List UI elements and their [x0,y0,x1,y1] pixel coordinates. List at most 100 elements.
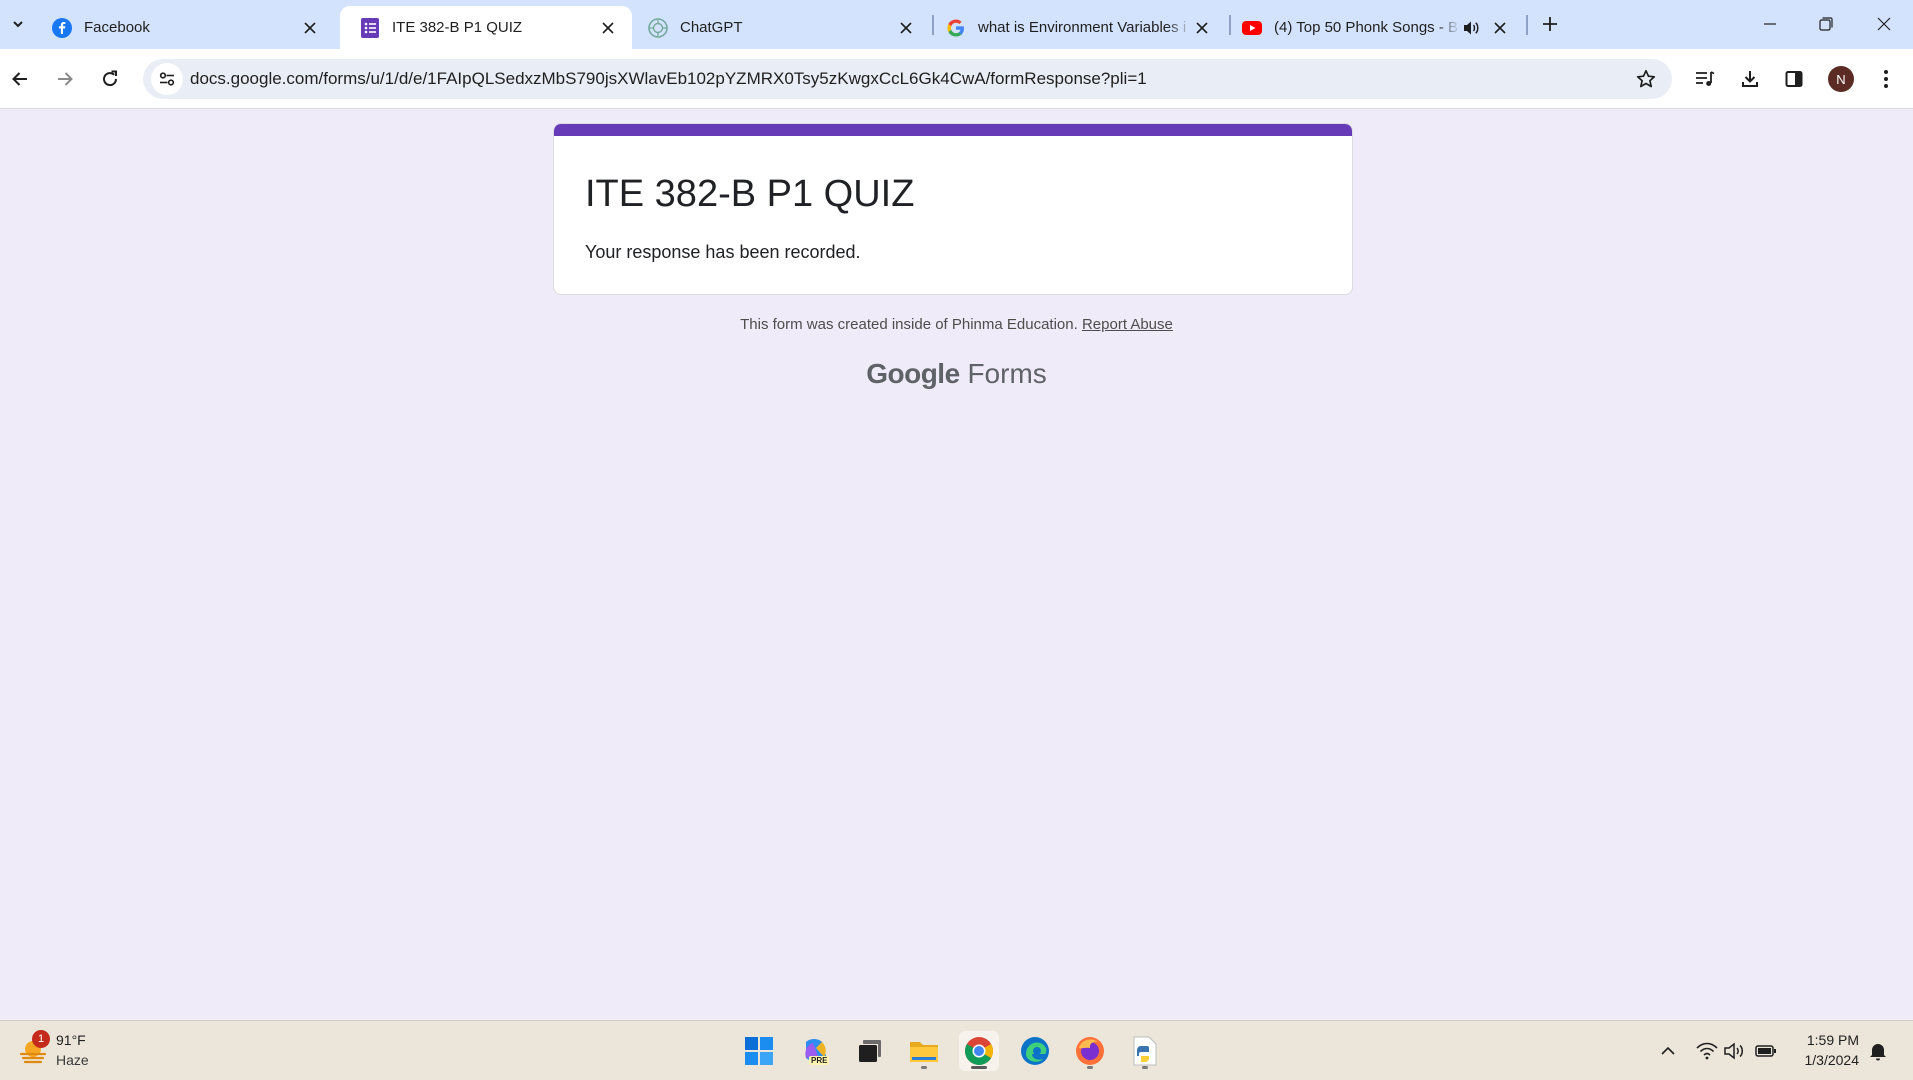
edge-app[interactable] [1015,1031,1055,1071]
browser-toolbar: docs.google.com/forms/u/1/d/e/1FAIpQLSed… [0,49,1913,109]
close-icon[interactable] [1192,18,1212,38]
profile-avatar[interactable]: N [1828,66,1854,92]
more-vert-icon [1884,70,1888,88]
footer-text: This form was created inside of Phinma E… [740,316,1078,333]
tab-title: Facebook [84,19,150,36]
form-footer: This form was created inside of Phinma E… [0,316,1913,333]
tab-title: what is Environment Variables i [978,19,1187,36]
new-tab-button[interactable] [1538,12,1562,36]
volume-button[interactable] [1723,1039,1747,1063]
file-explorer-app[interactable] [904,1031,944,1071]
preview-badge: PRE [809,1056,830,1065]
side-panel-button[interactable] [1778,63,1810,95]
start-button[interactable] [739,1031,779,1071]
tab-title: ITE 382-B P1 QUIZ [392,19,523,36]
running-indicator [1087,1066,1093,1069]
windows-taskbar: 1 91°F Haze PRE 1:59 PM 1/3/2024 [0,1020,1913,1080]
tab-title: ChatGPT [680,19,743,36]
windows-logo-icon [745,1037,773,1065]
google-wordmark: Google [866,358,960,389]
download-icon [1742,71,1758,87]
firefox-icon [1076,1037,1104,1065]
site-info-button[interactable] [151,63,183,95]
forward-button[interactable] [49,63,81,95]
address-bar[interactable]: docs.google.com/forms/u/1/d/e/1FAIpQLSed… [143,59,1672,99]
tab-facebook[interactable]: Facebook [32,6,334,49]
edge-icon [1021,1037,1049,1065]
tab-strip: Facebook ITE 382-B P1 QUIZ ChatGPT what … [0,0,1913,49]
tab-youtube[interactable]: (4) Top 50 Phonk Songs - Be [1222,6,1524,49]
back-button[interactable] [4,63,36,95]
folder-icon [910,1042,938,1062]
bell-icon [1870,1044,1886,1061]
clock-date: 1/3/2024 [1804,1052,1860,1068]
notification-badge: 1 [32,1030,50,1048]
url-text[interactable]: docs.google.com/forms/u/1/d/e/1FAIpQLSed… [190,69,1147,89]
tab-search-button[interactable] [6,10,30,38]
forms-wordmark: Forms [967,358,1047,389]
python-idle-app[interactable] [1125,1031,1165,1071]
chevron-up-icon [1661,1046,1675,1055]
close-icon[interactable] [598,18,618,38]
form-response-card: ITE 382-B P1 QUIZ Your response has been… [553,123,1353,295]
task-view-icon [859,1040,881,1062]
arrow-right-icon [58,72,73,86]
speaker-icon[interactable] [1460,18,1482,38]
running-indicator [921,1066,927,1069]
running-indicator [1142,1066,1148,1069]
youtube-icon [1242,18,1262,38]
copilot-app[interactable]: PRE [795,1031,835,1071]
restore-button[interactable] [1806,8,1846,40]
tab-google-search[interactable]: what is Environment Variables i [926,6,1226,49]
google-forms-icon [360,17,380,38]
volume-icon [1724,1042,1743,1060]
running-indicator [971,1066,987,1069]
weather-condition: Haze [56,1052,89,1068]
form-accent-bar [554,124,1352,136]
firefox-app[interactable] [1070,1031,1110,1071]
python-file-icon [1133,1036,1157,1066]
reload-button[interactable] [94,63,126,95]
plus-icon [1543,17,1557,31]
tab-separator [1526,15,1528,35]
close-icon[interactable] [300,18,320,38]
tab-ite-quiz[interactable]: ITE 382-B P1 QUIZ [340,6,632,49]
star-icon [1636,69,1656,88]
bookmark-button[interactable] [1634,67,1658,91]
chatgpt-icon [648,17,668,38]
clock-time: 1:59 PM [1806,1032,1859,1048]
minimize-button[interactable] [1750,8,1790,40]
side-panel-icon [1785,71,1803,87]
chevron-down-icon [13,21,23,28]
chrome-icon [965,1037,993,1065]
tab-chatgpt[interactable]: ChatGPT [628,6,930,49]
report-abuse-link[interactable]: Report Abuse [1082,316,1173,333]
google-forms-logo[interactable]: Google Forms [0,358,1913,390]
show-hidden-icons-button[interactable] [1656,1039,1680,1063]
close-icon [1877,17,1891,31]
task-view-app[interactable] [849,1031,889,1071]
chrome-app[interactable] [959,1031,999,1071]
tune-icon [159,72,175,86]
notifications-button[interactable] [1866,1039,1890,1063]
tab-title: (4) Top 50 Phonk Songs - Be [1274,19,1460,36]
network-button[interactable] [1695,1039,1719,1063]
downloads-button[interactable] [1734,63,1766,95]
restore-icon [1819,17,1833,31]
menu-button[interactable] [1870,63,1902,95]
minimize-icon [1764,23,1776,25]
close-window-button[interactable] [1864,8,1904,40]
close-icon[interactable] [1490,18,1510,38]
response-recorded-message: Your response has been recorded. [585,242,861,262]
weather-temperature: 91°F [56,1032,86,1048]
wifi-icon [1696,1042,1718,1060]
arrow-left-icon [12,72,27,86]
media-controls-button[interactable] [1689,63,1721,95]
form-title: ITE 382-B P1 QUIZ [585,173,915,215]
battery-button[interactable] [1754,1039,1778,1063]
google-icon [946,18,966,38]
music-queue-icon [1696,71,1715,86]
battery-icon [1755,1045,1776,1057]
reload-icon [103,70,118,87]
close-icon[interactable] [896,18,916,38]
